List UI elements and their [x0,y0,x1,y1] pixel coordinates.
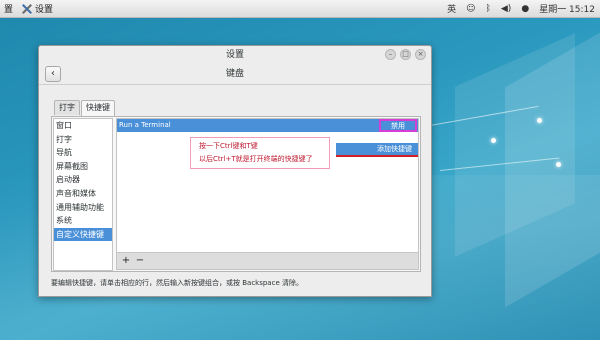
top-panel: 置 设置 英 ☺ ᛒ ◀) ● 星期一 15:12 [0,0,600,18]
desktop-light-dot [556,162,561,167]
shortcut-name: Run a Terminal [119,121,171,129]
applications-menu[interactable]: 置 [0,0,17,18]
category-list: 窗口 打字 导航 屏幕截图 启动器 声音和媒体 通用辅助功能 系统 自定义快捷键 [53,118,113,271]
list-toolbar: + − [116,253,419,270]
annotation-callout: 按一下Ctrl键和T键 以后Ctrl+T就是打开终端的快捷键了 [190,137,330,169]
bluetooth-icon[interactable]: ᛒ [480,4,495,14]
chevron-left-icon: ‹ [51,68,55,79]
desktop-light-line [439,157,560,171]
desktop-light-panel [455,33,575,257]
category-item-custom-shortcuts[interactable]: 自定义快捷键 [54,227,112,242]
shortcut-row[interactable]: Run a Terminal 禁用 [117,119,418,132]
help-text: 要编辑快捷键，请单击相应的行，然后输入新按键组合，或按 Backspace 清除… [51,279,303,287]
tab-bar: 打字 快捷键 [54,100,116,116]
tab-shortcuts[interactable]: 快捷键 [81,100,115,116]
window-titlebar[interactable]: 设置 – □ × [39,46,431,64]
back-button[interactable]: ‹ [45,66,61,82]
category-item-navigation[interactable]: 导航 [54,146,112,160]
category-item-typing[interactable]: 打字 [54,133,112,147]
input-method-indicator[interactable]: 英 [442,2,461,15]
shortcut-list: Run a Terminal 禁用 按一下Ctrl键和T键 以后Ctrl+T就是… [116,118,419,253]
page-title: 键盘 [225,69,244,79]
shortcut-accelerator[interactable]: 禁用 [379,119,417,132]
settings-app-menu[interactable]: 设置 [17,0,57,18]
header-bar: ‹ 键盘 [39,64,431,85]
desktop-light-panel [505,32,600,308]
category-item-system[interactable]: 系统 [54,214,112,228]
category-item-accessibility[interactable]: 通用辅助功能 [54,201,112,215]
category-item-screenshots[interactable]: 屏幕截图 [54,160,112,174]
accessibility-icon[interactable]: ☺ [461,4,480,14]
annotation-line: 按一下Ctrl键和T键 [199,142,258,150]
desktop-light-dot [491,138,496,143]
category-item-windows[interactable]: 窗口 [54,119,112,133]
window-title: 设置 [225,50,244,60]
clock[interactable]: 星期一 15:12 [534,2,600,15]
add-button[interactable]: + [119,255,133,267]
volume-icon[interactable]: ◀) [496,4,516,14]
minimize-button[interactable]: – [385,49,396,60]
maximize-button[interactable]: □ [400,49,411,60]
desktop-light-line [429,105,539,126]
tools-icon [21,3,33,15]
category-item-launchers[interactable]: 启动器 [54,173,112,187]
remove-button[interactable]: − [133,255,147,267]
add-shortcut-button[interactable]: 添加快捷键 [336,143,418,155]
desktop-light-dot [537,118,542,123]
annotation-underline [336,155,418,157]
settings-app-label: 设置 [35,5,54,15]
user-icon[interactable]: ● [516,4,534,14]
category-item-sound-media[interactable]: 声音和媒体 [54,187,112,201]
close-button[interactable]: × [415,49,426,60]
settings-window: 设置 – □ × ‹ 键盘 打字 快捷键 窗口 打字 导航 屏幕截图 启动器 声… [38,45,432,297]
annotation-line: 以后Ctrl+T就是打开终端的快捷键了 [199,155,313,163]
tab-typing[interactable]: 打字 [54,100,80,115]
applications-label: 置 [4,5,14,15]
shortcuts-panel: 窗口 打字 导航 屏幕截图 启动器 声音和媒体 通用辅助功能 系统 自定义快捷键… [51,116,421,272]
